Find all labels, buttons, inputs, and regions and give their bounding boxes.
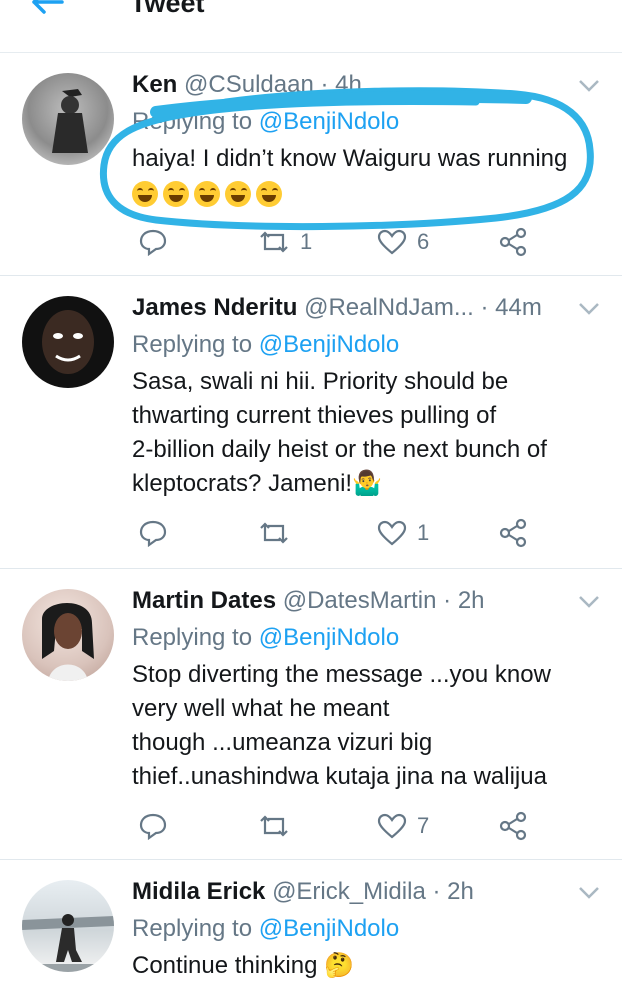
chevron-down-icon[interactable]	[578, 595, 600, 609]
like-count: 7	[417, 813, 430, 838]
tweet-text: Sasa, swali ni hii. Priority should be t…	[132, 368, 547, 497]
avatar-figure-icon	[52, 89, 88, 153]
tweet-header: Ken @CSuldaan · 4h	[132, 71, 362, 98]
author-handle[interactable]: @Erick_Midila	[272, 878, 426, 905]
author-name[interactable]: Martin Dates	[132, 587, 276, 614]
tweet-actions: 7	[132, 809, 582, 843]
tweet-time: 2h	[447, 878, 474, 905]
reply-icon	[139, 229, 167, 256]
avatar[interactable]	[22, 880, 114, 972]
author-name[interactable]: Midila Erick	[132, 878, 265, 905]
reply-mention-link[interactable]: @BenjiNdolo	[259, 331, 399, 358]
author-handle[interactable]: @RealNdJam...	[304, 294, 474, 321]
tweet-ken[interactable]: Ken @CSuldaan · 4h Replying to @BenjiNdo…	[0, 53, 622, 276]
tweet-time: 4h	[335, 71, 362, 98]
tweet-header: Midila Erick @Erick_Midila · 2h	[132, 878, 474, 905]
tweet-james-nderitu[interactable]: James Nderitu @RealNdJam... · 44m Replyi…	[0, 276, 622, 569]
avatar[interactable]	[22, 589, 114, 681]
like-button[interactable]: 1	[377, 516, 429, 550]
retweet-icon	[260, 815, 288, 837]
replying-to: Replying to @BenjiNdolo	[132, 331, 400, 358]
laughing-emoji-icon	[225, 180, 251, 207]
retweet-button[interactable]: 1	[258, 225, 312, 259]
tweet-text: Continue thinking 🤔	[132, 952, 355, 979]
replying-to: Replying to @BenjiNdolo	[132, 915, 400, 942]
avatar[interactable]	[22, 296, 114, 388]
heart-icon	[377, 813, 407, 839]
chevron-down-icon[interactable]	[578, 302, 600, 316]
tweet-header: Martin Dates @DatesMartin · 2h	[132, 587, 485, 614]
retweet-icon	[260, 231, 288, 253]
chevron-down-icon[interactable]	[578, 886, 600, 900]
avatar-face-icon	[42, 310, 94, 374]
share-icon	[499, 518, 527, 548]
heart-icon	[377, 229, 407, 255]
avatar[interactable]	[22, 73, 114, 165]
tweet-actions: 1 6	[132, 225, 582, 259]
emoji-row	[132, 176, 592, 210]
replying-to: Replying to @BenjiNdolo	[132, 108, 400, 135]
app-header: Tweet	[0, 0, 622, 53]
reply-mention-link[interactable]: @BenjiNdolo	[259, 624, 399, 651]
reply-mention-link[interactable]: @BenjiNdolo	[259, 915, 399, 942]
share-icon	[499, 227, 527, 257]
reply-button[interactable]	[138, 809, 168, 843]
share-button[interactable]	[498, 809, 528, 843]
retweet-button[interactable]	[258, 516, 300, 550]
share-button[interactable]	[498, 225, 528, 259]
retweet-button[interactable]	[258, 809, 300, 843]
tweet-time: 44m	[495, 294, 542, 321]
laughing-emoji-icon	[256, 180, 282, 207]
retweet-icon	[260, 522, 288, 544]
replying-to: Replying to @BenjiNdolo	[132, 624, 400, 651]
heart-icon	[377, 520, 407, 546]
author-handle[interactable]: @CSuldaan	[184, 71, 314, 98]
laughing-emoji-icon	[163, 180, 189, 207]
tweet-actions: 1	[132, 516, 582, 550]
author-name[interactable]: James Nderitu	[132, 294, 297, 321]
tweet-text: Stop diverting the message ...you know v…	[132, 661, 551, 790]
reply-button[interactable]	[138, 516, 168, 550]
tweet-martin-dates[interactable]: Martin Dates @DatesMartin · 2h Replying …	[0, 569, 622, 860]
laughing-emoji-icon	[132, 180, 158, 207]
retweet-count: 1	[300, 229, 313, 254]
author-name[interactable]: Ken	[132, 71, 177, 98]
share-button[interactable]	[498, 516, 528, 550]
tweet-header: James Nderitu @RealNdJam... · 44m	[132, 294, 542, 321]
tweet-time: 2h	[457, 587, 485, 614]
back-arrow-icon[interactable]	[30, 0, 66, 20]
reply-icon	[139, 520, 167, 547]
page-title: Tweet	[130, 0, 205, 18]
tweet-text: haiya! I didn’t know Waiguru was running	[132, 142, 592, 210]
reply-mention-link[interactable]: @BenjiNdolo	[259, 108, 399, 135]
reply-button[interactable]	[138, 225, 168, 259]
like-count: 1	[417, 520, 430, 545]
like-count: 6	[417, 229, 430, 254]
like-button[interactable]: 6	[377, 225, 429, 259]
tweet-midila-erick[interactable]: Midila Erick @Erick_Midila · 2h Replying…	[0, 860, 622, 1000]
avatar-person-icon	[22, 914, 114, 972]
share-icon	[499, 811, 527, 841]
laughing-emoji-icon	[194, 180, 220, 207]
chevron-down-icon[interactable]	[578, 79, 600, 93]
reply-icon	[139, 813, 167, 840]
like-button[interactable]: 7	[377, 809, 429, 843]
avatar-face-icon	[42, 603, 94, 681]
author-handle[interactable]: @DatesMartin	[283, 587, 437, 614]
